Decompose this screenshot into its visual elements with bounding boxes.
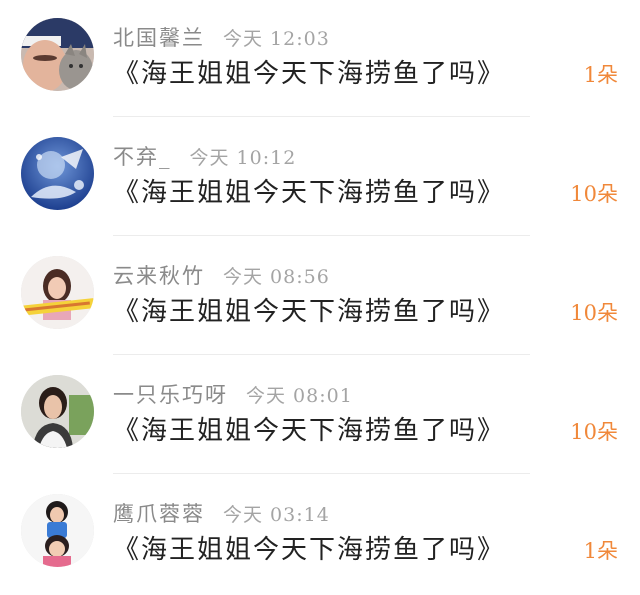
- avatar[interactable]: [21, 256, 94, 329]
- user-name[interactable]: 鹰爪蓉蓉: [113, 502, 205, 526]
- avatar-two-children-icon: [21, 494, 94, 567]
- user-name[interactable]: 北国馨兰: [113, 26, 205, 50]
- book-title[interactable]: 《海王姐姐今天下海捞鱼了吗》: [113, 532, 505, 568]
- list-item[interactable]: 不弃_ 今天 10:12 《海王姐姐今天下海捞鱼了吗》 10朵: [0, 119, 640, 238]
- book-title[interactable]: 《海王姐姐今天下海捞鱼了吗》: [113, 175, 505, 211]
- flower-count: 1朵: [583, 539, 618, 563]
- item-meta: 不弃_ 今天 10:12: [113, 143, 296, 171]
- user-name[interactable]: 不弃_: [113, 145, 172, 169]
- timestamp: 今天 08:01: [246, 385, 353, 407]
- list-item[interactable]: 鹰爪蓉蓉 今天 03:14 《海王姐姐今天下海捞鱼了吗》 1朵: [0, 476, 640, 595]
- book-title[interactable]: 《海王姐姐今天下海捞鱼了吗》: [113, 56, 505, 92]
- avatar-user-with-cat-icon: [21, 18, 94, 91]
- avatar[interactable]: [21, 18, 94, 91]
- timestamp: 今天 08:56: [223, 266, 330, 288]
- avatar-blue-art-icon: [21, 137, 94, 210]
- item-meta: 鹰爪蓉蓉 今天 03:14: [113, 500, 330, 528]
- flower-count: 10朵: [570, 182, 618, 206]
- avatar[interactable]: [21, 137, 94, 210]
- avatar-woman-with-banner-icon: [21, 256, 94, 329]
- timestamp: 今天 12:03: [223, 28, 330, 50]
- item-meta: 北国馨兰 今天 12:03: [113, 24, 330, 52]
- divider: [113, 235, 530, 236]
- user-name[interactable]: 一只乐巧呀: [113, 383, 228, 407]
- book-title[interactable]: 《海王姐姐今天下海捞鱼了吗》: [113, 413, 505, 449]
- item-meta: 一只乐巧呀 今天 08:01: [113, 381, 353, 409]
- divider: [113, 116, 530, 117]
- list-item[interactable]: 一只乐巧呀 今天 08:01 《海王姐姐今天下海捞鱼了吗》 10朵: [0, 357, 640, 476]
- flower-count: 10朵: [570, 420, 618, 444]
- list-item[interactable]: 北国馨兰 今天 12:03 《海王姐姐今天下海捞鱼了吗》 1朵: [0, 0, 640, 119]
- timestamp: 今天 10:12: [189, 147, 297, 169]
- divider: [113, 354, 530, 355]
- avatar-woman-portrait-icon: [21, 375, 94, 448]
- flower-count: 1朵: [583, 63, 618, 87]
- gift-record-list: 北国馨兰 今天 12:03 《海王姐姐今天下海捞鱼了吗》 1朵 不弃_ 今天 1…: [0, 0, 640, 593]
- list-item[interactable]: 云来秋竹 今天 08:56 《海王姐姐今天下海捞鱼了吗》 10朵: [0, 238, 640, 357]
- flower-count: 10朵: [570, 301, 618, 325]
- item-meta: 云来秋竹 今天 08:56: [113, 262, 330, 290]
- book-title[interactable]: 《海王姐姐今天下海捞鱼了吗》: [113, 294, 505, 330]
- avatar[interactable]: [21, 494, 94, 567]
- divider: [113, 473, 530, 474]
- user-name[interactable]: 云来秋竹: [113, 264, 205, 288]
- avatar[interactable]: [21, 375, 94, 448]
- timestamp: 今天 03:14: [223, 504, 330, 526]
